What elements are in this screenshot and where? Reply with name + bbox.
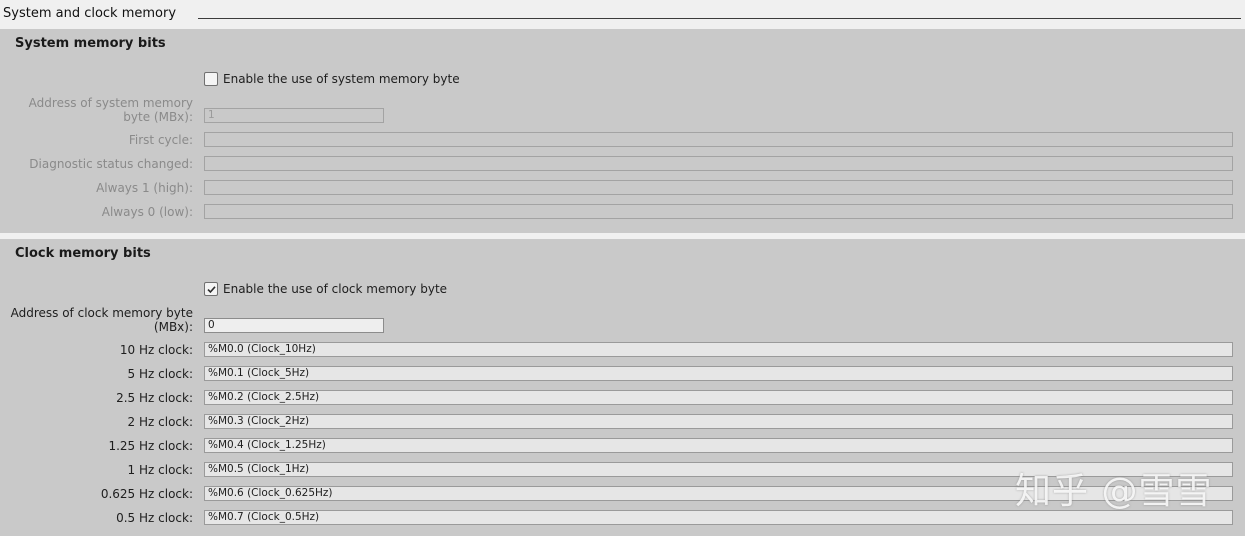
system-address-label: Address of system memory byte (MBx): [29, 96, 193, 124]
checkmark-icon [206, 285, 216, 293]
enable-clock-memory-option[interactable]: Enable the use of clock memory byte [204, 281, 447, 297]
enable-system-memory-option[interactable]: Enable the use of system memory byte [204, 71, 460, 87]
clock-2-5hz-label: 2.5 Hz clock: [116, 391, 193, 405]
clock-2hz-field[interactable]: %M0.3 (Clock_2Hz) [204, 414, 1233, 429]
panel-header: System and clock memory [0, 0, 1245, 27]
clock-memory-title: Clock memory bits [15, 246, 151, 261]
always-low-field[interactable] [204, 204, 1233, 219]
diagnostic-status-field[interactable] [204, 156, 1233, 171]
watermark-text: 知乎 @雪雪 [1015, 471, 1213, 512]
enable-clock-memory-label: Enable the use of clock memory byte [223, 282, 448, 296]
clock-10hz-label: 10 Hz clock: [119, 343, 193, 357]
clock-1-25hz-label: 1.25 Hz clock: [108, 439, 193, 453]
system-memory-section: System memory bits Enable the use of sys… [0, 29, 1245, 233]
clock-5hz-field[interactable]: %M0.1 (Clock_5Hz) [204, 366, 1233, 381]
enable-clock-memory-checkbox[interactable] [204, 282, 218, 296]
diagnostic-status-label: Diagnostic status changed: [29, 157, 193, 171]
always-low-label: Always 0 (low): [101, 205, 193, 219]
clock-1hz-label: 1 Hz clock: [127, 463, 193, 477]
header-divider [198, 18, 1241, 19]
clock-address-label-line2: (MBx): [153, 320, 193, 334]
clock-0-625hz-label: 0.625 Hz clock: [100, 487, 193, 501]
clock-address-label-line1: Address of clock memory byte [10, 306, 193, 320]
system-address-label-line2: byte (MBx): [123, 110, 193, 124]
first-cycle-field[interactable] [204, 132, 1233, 147]
first-cycle-label: First cycle: [128, 133, 193, 147]
clock-2hz-label: 2 Hz clock: [127, 415, 193, 429]
clock-2-5hz-field[interactable]: %M0.2 (Clock_2.5Hz) [204, 390, 1233, 405]
clock-1-25hz-field[interactable]: %M0.4 (Clock_1.25Hz) [204, 438, 1233, 453]
clock-5hz-label: 5 Hz clock: [127, 367, 193, 381]
enable-system-memory-checkbox[interactable] [204, 72, 218, 86]
clock-address-field[interactable]: 0 [204, 318, 384, 333]
clock-10hz-field[interactable]: %M0.0 (Clock_10Hz) [204, 342, 1233, 357]
always-high-label: Always 1 (high): [96, 181, 193, 195]
system-memory-title: System memory bits [15, 36, 166, 51]
always-high-field[interactable] [204, 180, 1233, 195]
system-address-label-line1: Address of system memory [28, 96, 193, 110]
system-address-field[interactable]: 1 [204, 108, 384, 123]
clock-address-label: Address of clock memory byte (MBx): [11, 306, 193, 334]
panel-title: System and clock memory [3, 6, 177, 21]
enable-system-memory-label: Enable the use of system memory byte [223, 72, 460, 86]
clock-0-5hz-label: 0.5 Hz clock: [116, 511, 193, 525]
